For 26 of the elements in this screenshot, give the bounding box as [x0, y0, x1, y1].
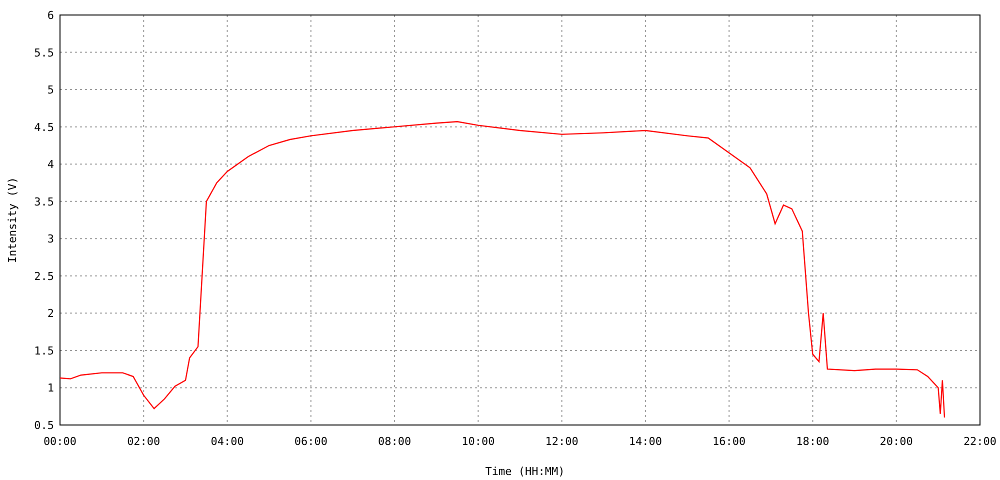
y-tick-label: 3.5	[34, 195, 54, 208]
x-tick-label: 02:00	[127, 435, 160, 448]
y-tick-label: 1.5	[34, 344, 54, 358]
x-tick-label: 10:00	[462, 435, 495, 448]
x-tick-label: 12:00	[545, 435, 578, 448]
x-tick-label: 16:00	[712, 435, 746, 448]
x-tick-label: 22:00	[963, 435, 997, 448]
y-tick-label: 0.5	[34, 419, 54, 432]
x-tick-label: 18:00	[796, 435, 830, 448]
x-tick-label: 20:00	[880, 435, 913, 448]
y-tick-label: 4	[47, 158, 54, 172]
x-axis-title: Time (HH:MM)	[485, 465, 565, 478]
y-axis-title: Intensity (V)	[6, 176, 19, 264]
y-tick-label: 6	[47, 9, 54, 22]
y-tick-label: 4.5	[34, 120, 54, 134]
y-tick-label: 5.5	[34, 46, 54, 60]
y-tick-label: 1	[47, 382, 54, 395]
y-tick-label: 2	[47, 307, 54, 320]
x-tick-label: 08:00	[378, 435, 412, 448]
y-tick-label: 5	[47, 84, 54, 97]
x-tick-label: 14:00	[628, 435, 662, 448]
x-tick-label: 00:00	[43, 435, 77, 448]
x-tick-label: 06:00	[294, 435, 328, 448]
y-tick-label: 3	[47, 232, 54, 246]
x-tick-label: 04:00	[210, 435, 244, 448]
y-tick-label: 2.5	[34, 270, 54, 283]
